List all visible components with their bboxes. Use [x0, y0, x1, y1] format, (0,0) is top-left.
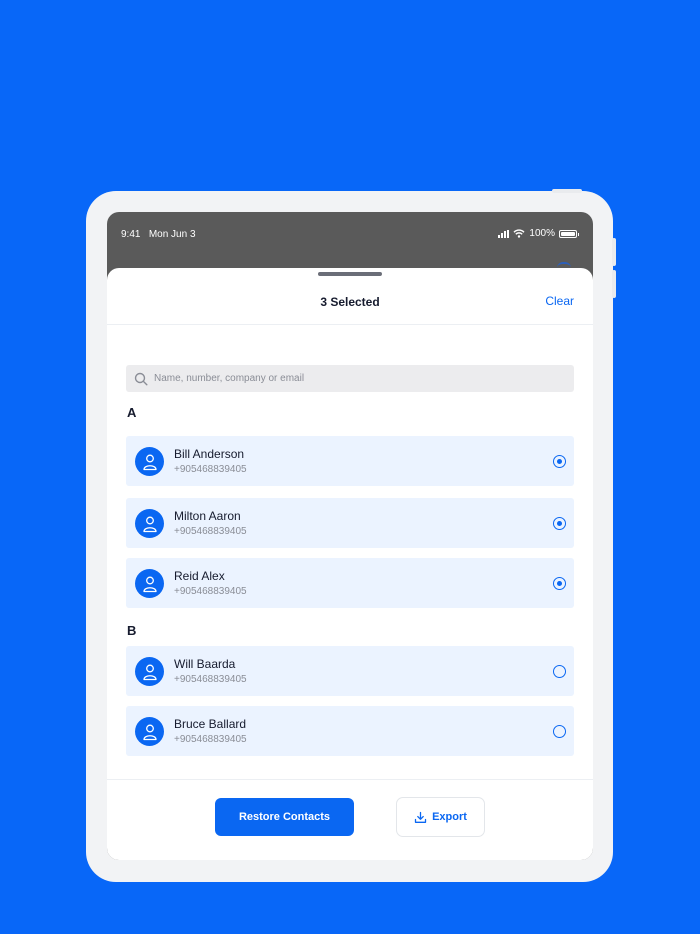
contact-row[interactable]: Reid Alex +905468839405: [126, 558, 574, 608]
screen: 9:41 Mon Jun 3 100% 3 Selected Clear Nam…: [107, 212, 593, 860]
sheet-title: 3 Selected: [320, 295, 380, 309]
user-icon: [142, 454, 157, 470]
radio-icon-selected[interactable]: [553, 455, 566, 468]
avatar: [135, 717, 164, 746]
status-bar: 9:41 Mon Jun 3 100%: [107, 212, 593, 258]
user-icon: [142, 516, 157, 532]
radio-icon-unselected[interactable]: [553, 725, 566, 738]
contact-name: Bruce Ballard: [174, 717, 247, 731]
export-label: Export: [432, 811, 467, 823]
search-input[interactable]: [154, 373, 554, 384]
wifi-icon: [513, 229, 525, 238]
user-icon: [142, 576, 157, 592]
status-indicators: 100%: [498, 228, 579, 239]
section-header-b: B: [127, 623, 137, 638]
clear-button[interactable]: Clear: [545, 294, 574, 308]
radio-icon-selected[interactable]: [553, 577, 566, 590]
contact-name: Milton Aaron: [174, 509, 241, 523]
search-icon: [134, 372, 148, 386]
radio-icon-selected[interactable]: [553, 517, 566, 530]
status-date: Mon Jun 3: [148, 229, 196, 240]
contact-phone: +905468839405: [174, 734, 247, 745]
volume-up-button: [612, 238, 616, 266]
avatar: [135, 657, 164, 686]
status-clock: 9:41: [121, 229, 141, 240]
contact-phone: +905468839405: [174, 464, 247, 475]
avatar: [135, 569, 164, 598]
user-icon: [142, 664, 157, 680]
section-header-a: A: [127, 405, 137, 420]
contact-row[interactable]: Bill Anderson +905468839405: [126, 436, 574, 486]
contact-row[interactable]: Will Baarda +905468839405: [126, 646, 574, 696]
status-time: 9:41 Mon Jun 3: [121, 229, 196, 240]
avatar: [135, 509, 164, 538]
search-bar[interactable]: [126, 365, 574, 392]
contact-row[interactable]: Milton Aaron +905468839405: [126, 498, 574, 548]
avatar: [135, 447, 164, 476]
contact-name: Will Baarda: [174, 657, 236, 671]
download-icon: [414, 811, 427, 823]
sheet-header: 3 Selected Clear: [107, 268, 593, 325]
selection-sheet: 3 Selected Clear A Bill Anderson +905468…: [107, 268, 593, 860]
power-button: [552, 189, 582, 193]
contact-name: Reid Alex: [174, 569, 225, 583]
contact-phone: +905468839405: [174, 674, 247, 685]
user-icon: [142, 724, 157, 740]
volume-down-button: [612, 270, 616, 298]
restore-contacts-button[interactable]: Restore Contacts: [215, 798, 354, 836]
radio-icon-unselected[interactable]: [553, 665, 566, 678]
contact-phone: +905468839405: [174, 526, 247, 537]
sheet-footer: Restore Contacts Export: [107, 779, 593, 860]
signal-icon: [498, 229, 510, 238]
contact-phone: +905468839405: [174, 586, 247, 597]
contact-row[interactable]: Bruce Ballard +905468839405: [126, 706, 574, 756]
battery-icon: [559, 229, 579, 238]
export-button[interactable]: Export: [396, 797, 485, 837]
contact-name: Bill Anderson: [174, 447, 245, 461]
battery-percent: 100%: [529, 228, 555, 239]
